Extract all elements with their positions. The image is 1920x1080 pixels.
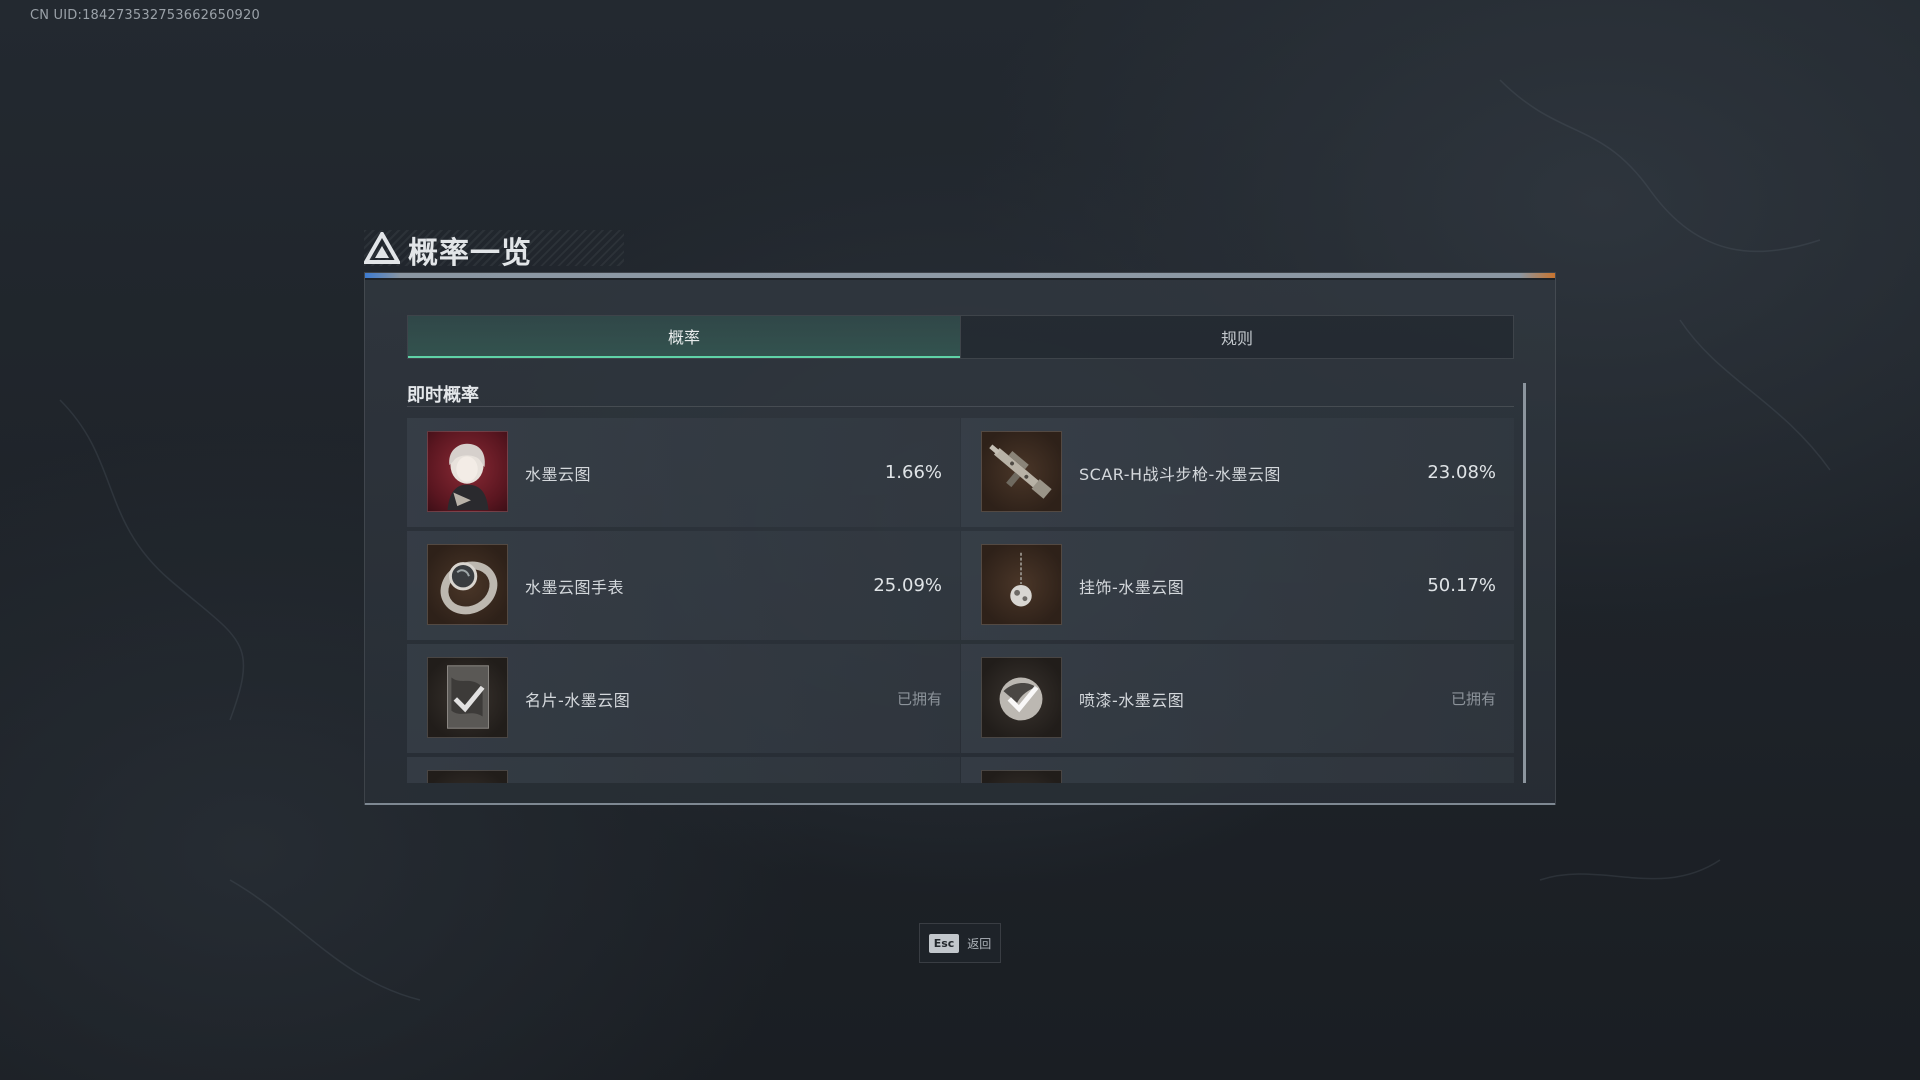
probability-panel: 概率 规则 即时概率 水墨云图 1.66% SCAR-H战斗步枪-水墨云图 23… [364,272,1556,805]
page-title: 概率一览 [408,236,532,271]
list-item[interactable]: 名片-水墨云图 已拥有 [407,644,960,753]
item-thumbnail [427,770,508,783]
item-thumbnail [981,770,1062,783]
character-portrait-icon [427,431,508,512]
list-item[interactable]: 水墨云图手表 25.09% [407,531,960,640]
scrollbar-track[interactable] [1523,383,1526,783]
tab-rules[interactable]: 规则 [960,316,1513,358]
back-button[interactable]: Esc 返回 [919,923,1001,963]
item-name: 水墨云图手表 [525,577,625,597]
item-name: 名片-水墨云图 [525,690,631,710]
item-name: 喷漆-水墨云图 [1079,690,1185,710]
panel-header: 概率一览 [362,229,532,271]
tab-bar: 概率 规则 [407,315,1514,359]
item-owned-status: 已拥有 [1450,690,1496,708]
name-card-icon [427,657,508,738]
esc-key-icon: Esc [928,933,960,953]
list-item[interactable]: 挂饰-水墨云图 50.17% [961,531,1514,640]
charm-pendant-icon [981,544,1062,625]
item-probability: 1.66% [884,462,942,483]
list-item[interactable]: SCAR-H战斗步枪-水墨云图 23.08% [961,418,1514,527]
list-item[interactable]: 水墨云图 1.66% [407,418,960,527]
list-item[interactable]: 喷漆-水墨云图 已拥有 [961,644,1514,753]
user-uid-text: CN UID:184273532753662650920 [30,8,260,23]
list-item[interactable] [407,757,960,783]
item-probability: 50.17% [1427,575,1496,596]
item-name: 挂饰-水墨云图 [1079,577,1185,597]
panel-top-bar [365,273,1555,280]
scrollbar-thumb[interactable] [1523,383,1526,783]
item-probability: 23.08% [1427,462,1496,483]
triangle-logo-icon [362,229,402,268]
item-name: 水墨云图 [525,464,592,484]
spray-icon [981,657,1062,738]
item-name: SCAR-H战斗步枪-水墨云图 [1079,464,1281,484]
item-probability: 25.09% [873,575,942,596]
back-label: 返回 [967,936,992,951]
section-divider [407,406,1514,407]
panel-bottom-line [365,803,1555,805]
list-item[interactable] [961,757,1514,783]
rifle-icon [981,431,1062,512]
watch-icon [427,544,508,625]
tab-probability[interactable]: 概率 [408,316,960,358]
item-owned-status: 已拥有 [896,690,942,708]
reward-list[interactable]: 水墨云图 1.66% SCAR-H战斗步枪-水墨云图 23.08% 水墨云图手表… [407,418,1514,783]
section-title: 即时概率 [407,385,479,406]
